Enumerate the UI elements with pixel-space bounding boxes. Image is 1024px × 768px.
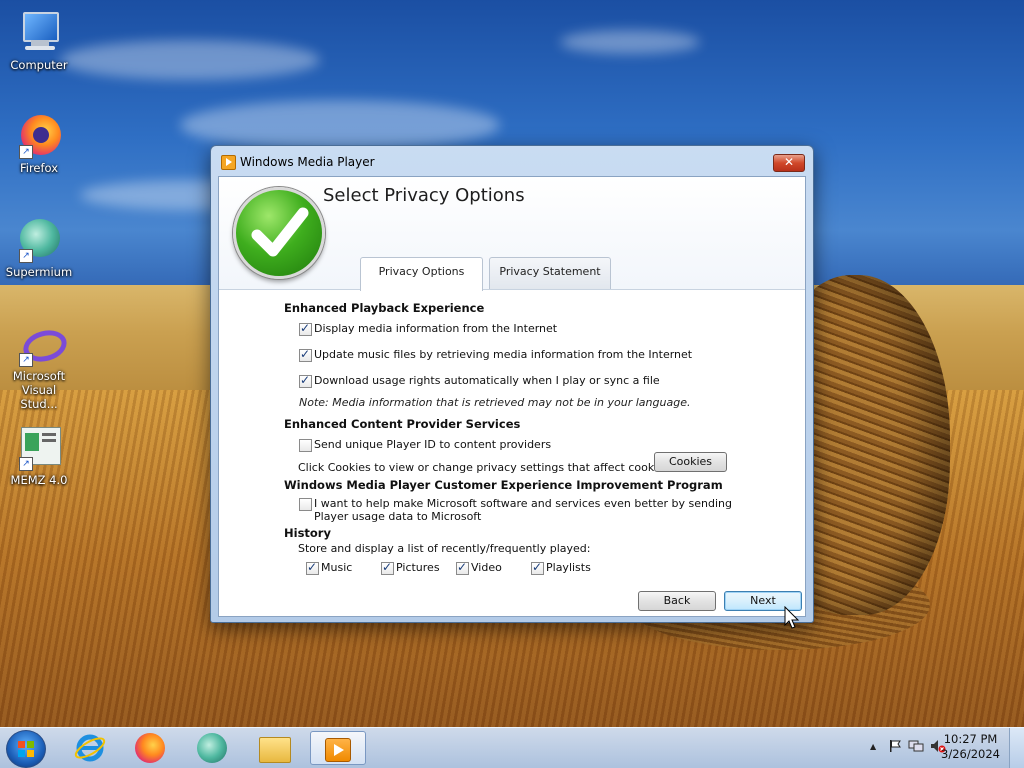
firefox-icon	[135, 733, 165, 763]
wmp-setup-dialog: Windows Media Player ✕ Select Privacy Op…	[210, 145, 814, 623]
supermium-icon	[197, 733, 227, 763]
shortcut-arrow-icon: ↗	[19, 249, 33, 263]
ceip-section-title: Windows Media Player Customer Experience…	[284, 478, 723, 492]
taskbar-firefox[interactable]	[124, 731, 176, 765]
history-pictures-label: Pictures	[396, 561, 440, 574]
checkmark-icon	[233, 187, 325, 279]
ceip-label-line2: Player usage data to Microsoft	[314, 510, 482, 523]
taskbar-supermium[interactable]	[186, 731, 238, 765]
show-desktop-button[interactable]	[1009, 728, 1024, 768]
history-playlists-label: Playlists	[546, 561, 591, 574]
network-icon[interactable]	[908, 739, 924, 753]
dialog-title: Windows Media Player	[240, 155, 375, 169]
cookies-button[interactable]: Cookies	[654, 452, 727, 472]
shortcut-arrow-icon: ↗	[19, 457, 33, 471]
taskbar: ▲ 10:27 PM 3/26/2024	[0, 727, 1024, 768]
dialog-titlebar[interactable]: Windows Media Player ✕	[211, 146, 813, 176]
history-playlists-checkbox[interactable]	[531, 560, 544, 575]
media-player-icon	[221, 155, 236, 170]
dialog-client: Select Privacy Options Privacy Options P…	[218, 176, 806, 617]
windows-logo-icon	[18, 741, 34, 757]
show-hidden-icons-button[interactable]: ▲	[870, 742, 876, 751]
display-media-info-checkbox[interactable]	[299, 321, 312, 336]
visual-studio-icon: ↗	[17, 321, 71, 367]
history-pictures-checkbox[interactable]	[381, 560, 394, 575]
start-button[interactable]	[6, 730, 46, 768]
send-player-id-label: Send unique Player ID to content provide…	[314, 438, 552, 451]
mouse-cursor-icon	[784, 606, 800, 629]
firefox-icon: ↗	[17, 113, 61, 159]
shortcut-arrow-icon: ↗	[19, 353, 33, 367]
history-video-label: Video	[471, 561, 502, 574]
download-usage-rights-label: Download usage rights automatically when…	[314, 374, 660, 387]
history-section-title: History	[284, 526, 331, 540]
history-music-checkbox[interactable]	[306, 560, 319, 575]
history-description: Store and display a list of recently/fre…	[298, 542, 591, 555]
content-provider-section-title: Enhanced Content Provider Services	[284, 417, 521, 431]
desktop-icon-visual-studio[interactable]: ↗ Microsoft Visual Stud...	[3, 321, 75, 411]
media-player-icon	[325, 738, 351, 762]
taskbar-internet-explorer[interactable]	[64, 731, 116, 765]
desktop-icon-label: Microsoft Visual Stud...	[12, 369, 66, 411]
clock-date: 3/26/2024	[941, 747, 1000, 761]
update-music-files-checkbox[interactable]	[299, 347, 312, 362]
desktop-icon-supermium[interactable]: ↗ Supermium	[3, 217, 75, 279]
supermium-icon: ↗	[17, 217, 61, 263]
cookies-description: Click Cookies to view or change privacy …	[298, 461, 670, 474]
display-media-info-label: Display media information from the Inter…	[314, 322, 558, 335]
page-title: Select Privacy Options	[323, 185, 525, 206]
desktop-icon-label: MEMZ 4.0	[10, 473, 68, 487]
computer-icon	[17, 10, 61, 54]
back-button[interactable]: Back	[638, 591, 716, 611]
close-button[interactable]: ✕	[773, 154, 805, 172]
tab-privacy-options[interactable]: Privacy Options	[360, 257, 483, 291]
taskbar-file-explorer[interactable]	[248, 731, 300, 765]
history-music-label: Music	[321, 561, 353, 574]
ceip-checkbox[interactable]	[299, 498, 312, 511]
download-usage-rights-checkbox[interactable]	[299, 373, 312, 388]
desktop-icon-label: Computer	[10, 58, 68, 72]
desktop-icon-computer[interactable]: Computer	[3, 10, 75, 72]
desktop-icon-memz[interactable]: ↗ MEMZ 4.0	[3, 425, 75, 487]
action-center-flag-icon[interactable]	[888, 739, 902, 753]
system-clock[interactable]: 10:27 PM 3/26/2024	[941, 732, 1000, 762]
send-player-id-checkbox[interactable]	[299, 439, 312, 452]
desktop-icon-label: Supermium	[5, 265, 73, 279]
update-music-files-label: Update music files by retrieving media i…	[314, 348, 693, 361]
folder-icon	[259, 737, 291, 763]
clock-time: 10:27 PM	[943, 732, 998, 746]
language-note: Note: Media information that is retrieve…	[299, 396, 691, 409]
desktop-icon-label: Firefox	[19, 161, 59, 175]
tab-privacy-statement[interactable]: Privacy Statement	[489, 257, 611, 289]
memz-icon: ↗	[17, 425, 61, 471]
playback-section-title: Enhanced Playback Experience	[284, 301, 485, 315]
history-video-checkbox[interactable]	[456, 560, 469, 575]
taskbar-windows-media-player[interactable]	[310, 731, 366, 765]
dialog-header: Select Privacy Options Privacy Options P…	[219, 177, 805, 291]
desktop-icon-firefox[interactable]: ↗ Firefox	[3, 113, 75, 175]
internet-explorer-icon	[74, 734, 106, 762]
ceip-label-line1: I want to help make Microsoft software a…	[314, 497, 733, 510]
shortcut-arrow-icon: ↗	[19, 145, 33, 159]
